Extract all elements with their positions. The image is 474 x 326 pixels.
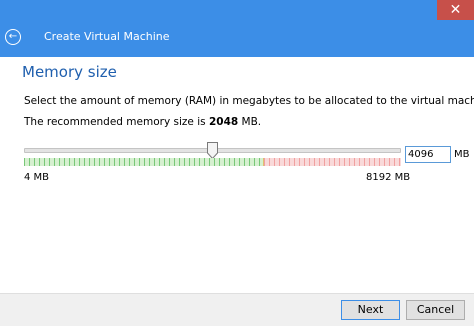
close-icon[interactable]: ✕ bbox=[437, 0, 474, 20]
description-text: Select the amount of memory (RAM) in meg… bbox=[24, 95, 474, 107]
memory-slider-thumb[interactable] bbox=[206, 142, 218, 159]
next-button[interactable]: Next bbox=[341, 300, 400, 320]
slider-min-label: 4 MB bbox=[24, 172, 50, 183]
recommendation-prefix: The recommended memory size is bbox=[24, 116, 209, 128]
memory-unit-label: MB bbox=[454, 149, 470, 160]
footer-bar bbox=[0, 293, 474, 326]
title-bar: ✕ ← Create Virtual Machine bbox=[0, 0, 474, 57]
cancel-button[interactable]: Cancel bbox=[406, 300, 465, 320]
memory-scale-high bbox=[264, 158, 401, 166]
memory-scale-ok bbox=[24, 158, 263, 166]
recommendation-text: The recommended memory size is 2048 MB. bbox=[24, 115, 261, 129]
memory-size-input[interactable] bbox=[405, 146, 451, 163]
page-heading: Memory size bbox=[22, 63, 117, 81]
recommended-value: 2048 bbox=[208, 116, 239, 128]
recommendation-suffix: MB. bbox=[238, 116, 262, 128]
back-arrow-icon[interactable]: ← bbox=[5, 29, 21, 45]
window-title: Create Virtual Machine bbox=[44, 30, 170, 43]
slider-max-label: 8192 MB bbox=[366, 172, 411, 183]
